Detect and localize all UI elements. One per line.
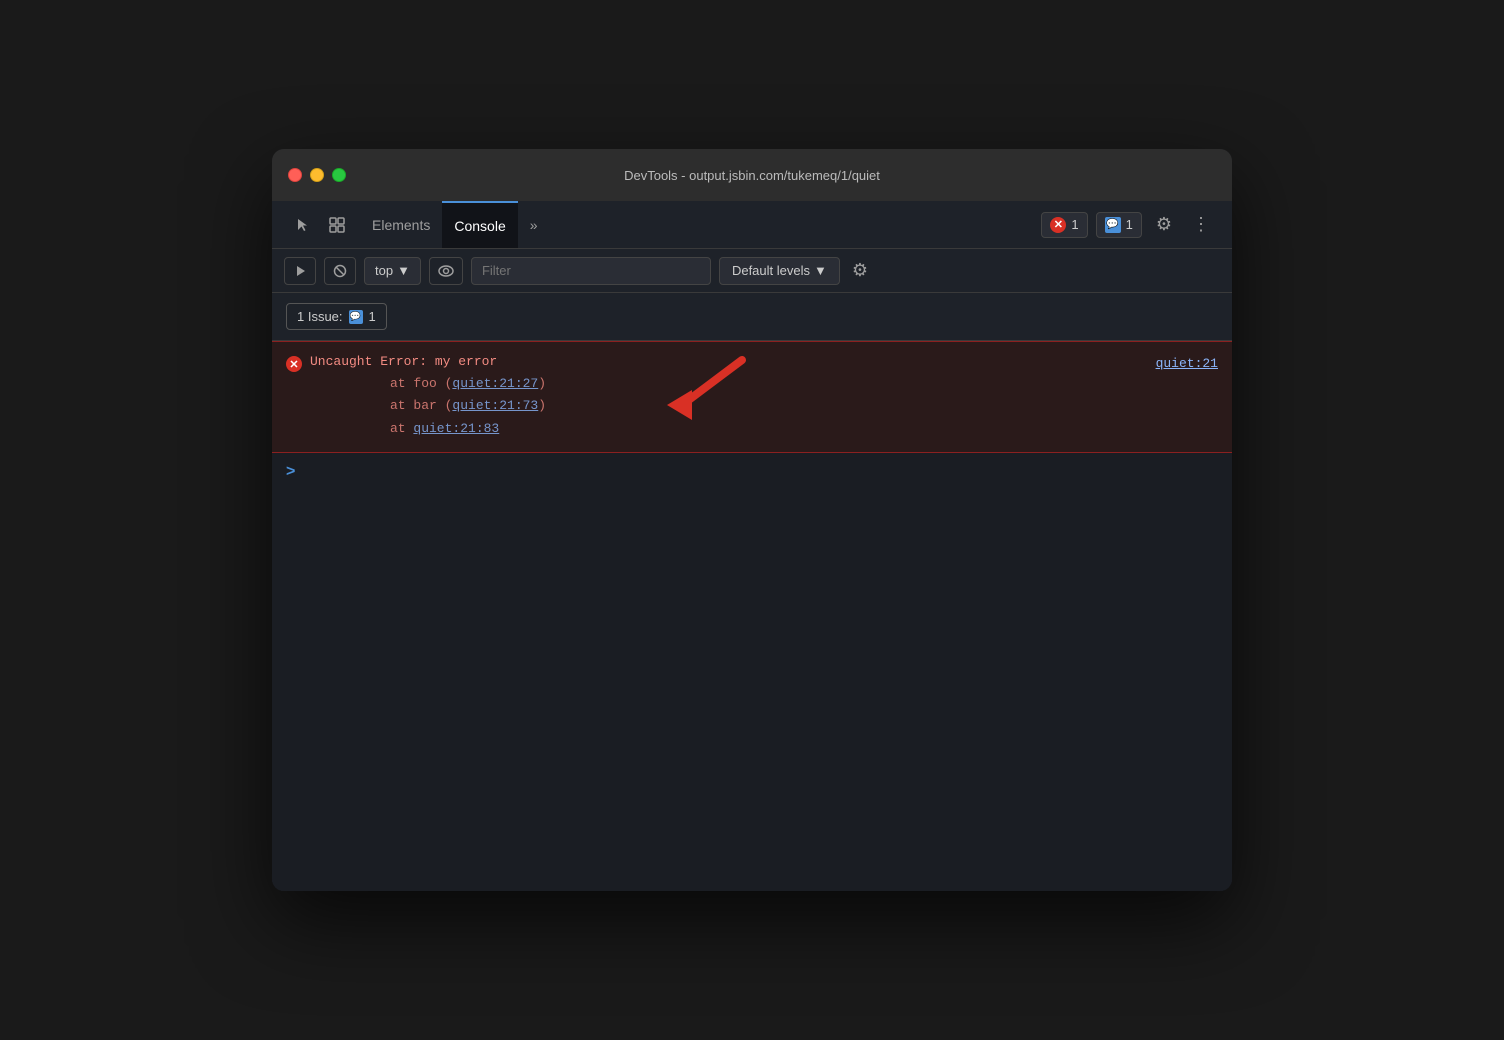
context-selector[interactable]: top ▼	[364, 257, 421, 285]
stack-link-root[interactable]: quiet:21:83	[413, 421, 499, 436]
traffic-lights	[288, 168, 346, 182]
issue-count-text: 1 Issue:	[297, 309, 343, 324]
block-icon-button[interactable]	[324, 257, 356, 285]
filter-input[interactable]	[471, 257, 711, 285]
level-label: Default levels	[732, 263, 810, 278]
stack-line-3: at quiet:21:83	[390, 418, 1218, 440]
error-count: 1	[1071, 217, 1078, 232]
error-location-link[interactable]: quiet:21	[1156, 356, 1218, 371]
inspector-icon-button[interactable]	[322, 212, 352, 238]
tab-console[interactable]: Console	[442, 201, 517, 248]
message-count: 1	[1126, 217, 1133, 232]
context-label: top	[375, 263, 393, 278]
tab-more[interactable]: »	[518, 201, 550, 248]
issue-badge-count: 1	[369, 309, 376, 324]
stack-link-foo[interactable]: quiet:21:27	[452, 376, 538, 391]
cursor-icon-button[interactable]	[288, 212, 318, 238]
console-empty-area	[272, 491, 1232, 891]
console-prompt: >	[286, 463, 295, 481]
console-settings-button[interactable]: ⚙	[848, 258, 872, 283]
issue-message-icon: 💬	[349, 310, 363, 324]
stack-line-2: at bar (quiet:21:73)	[390, 395, 1218, 417]
error-stack: at foo (quiet:21:27) at bar (quiet:21:73…	[390, 373, 1218, 439]
level-chevron: ▼	[814, 263, 827, 278]
stack-link-bar[interactable]: quiet:21:73	[452, 398, 538, 413]
error-row-main: ✕ Uncaught Error: my error at foo (quiet…	[286, 354, 1218, 439]
level-selector[interactable]: Default levels ▼	[719, 257, 840, 285]
console-toolbar: top ▼ Default levels ▼ ⚙	[272, 249, 1232, 293]
message-badge-button[interactable]: 💬 1	[1096, 212, 1142, 238]
console-input-row: >	[272, 453, 1232, 491]
eye-icon-button[interactable]	[429, 257, 463, 285]
tab-icon-group	[280, 201, 360, 248]
context-chevron: ▼	[397, 263, 410, 278]
close-button[interactable]	[288, 168, 302, 182]
error-circle-icon: ✕	[1050, 217, 1066, 233]
error-content: Uncaught Error: my error at foo (quiet:2…	[310, 354, 1218, 439]
maximize-button[interactable]	[332, 168, 346, 182]
console-area: ✕ Uncaught Error: my error at foo (quiet…	[272, 341, 1232, 890]
execute-icon-button[interactable]	[284, 257, 316, 285]
error-row: ✕ Uncaught Error: my error at foo (quiet…	[272, 341, 1232, 452]
error-title: Uncaught Error: my error	[310, 354, 1218, 369]
more-options-button[interactable]: ⋮	[1186, 210, 1216, 239]
devtools-window: DevTools - output.jsbin.com/tukemeq/1/qu…	[272, 149, 1232, 890]
error-badge-button[interactable]: ✕ 1	[1041, 212, 1087, 238]
tab-elements[interactable]: Elements	[360, 201, 442, 248]
message-icon: 💬	[1105, 217, 1121, 233]
window-title: DevTools - output.jsbin.com/tukemeq/1/qu…	[624, 168, 880, 183]
stack-line-1: at foo (quiet:21:27)	[390, 373, 1218, 395]
issue-badge[interactable]: 1 Issue: 💬 1	[286, 303, 387, 330]
minimize-button[interactable]	[310, 168, 324, 182]
title-bar: DevTools - output.jsbin.com/tukemeq/1/qu…	[272, 149, 1232, 201]
error-icon: ✕	[286, 356, 302, 372]
tab-bar: Elements Console » ✕ 1 💬 1 ⚙ ⋮	[272, 201, 1232, 249]
issue-bar: 1 Issue: 💬 1	[272, 293, 1232, 341]
settings-icon-button[interactable]: ⚙	[1150, 210, 1178, 239]
tab-bar-right: ✕ 1 💬 1 ⚙ ⋮	[1041, 201, 1224, 248]
